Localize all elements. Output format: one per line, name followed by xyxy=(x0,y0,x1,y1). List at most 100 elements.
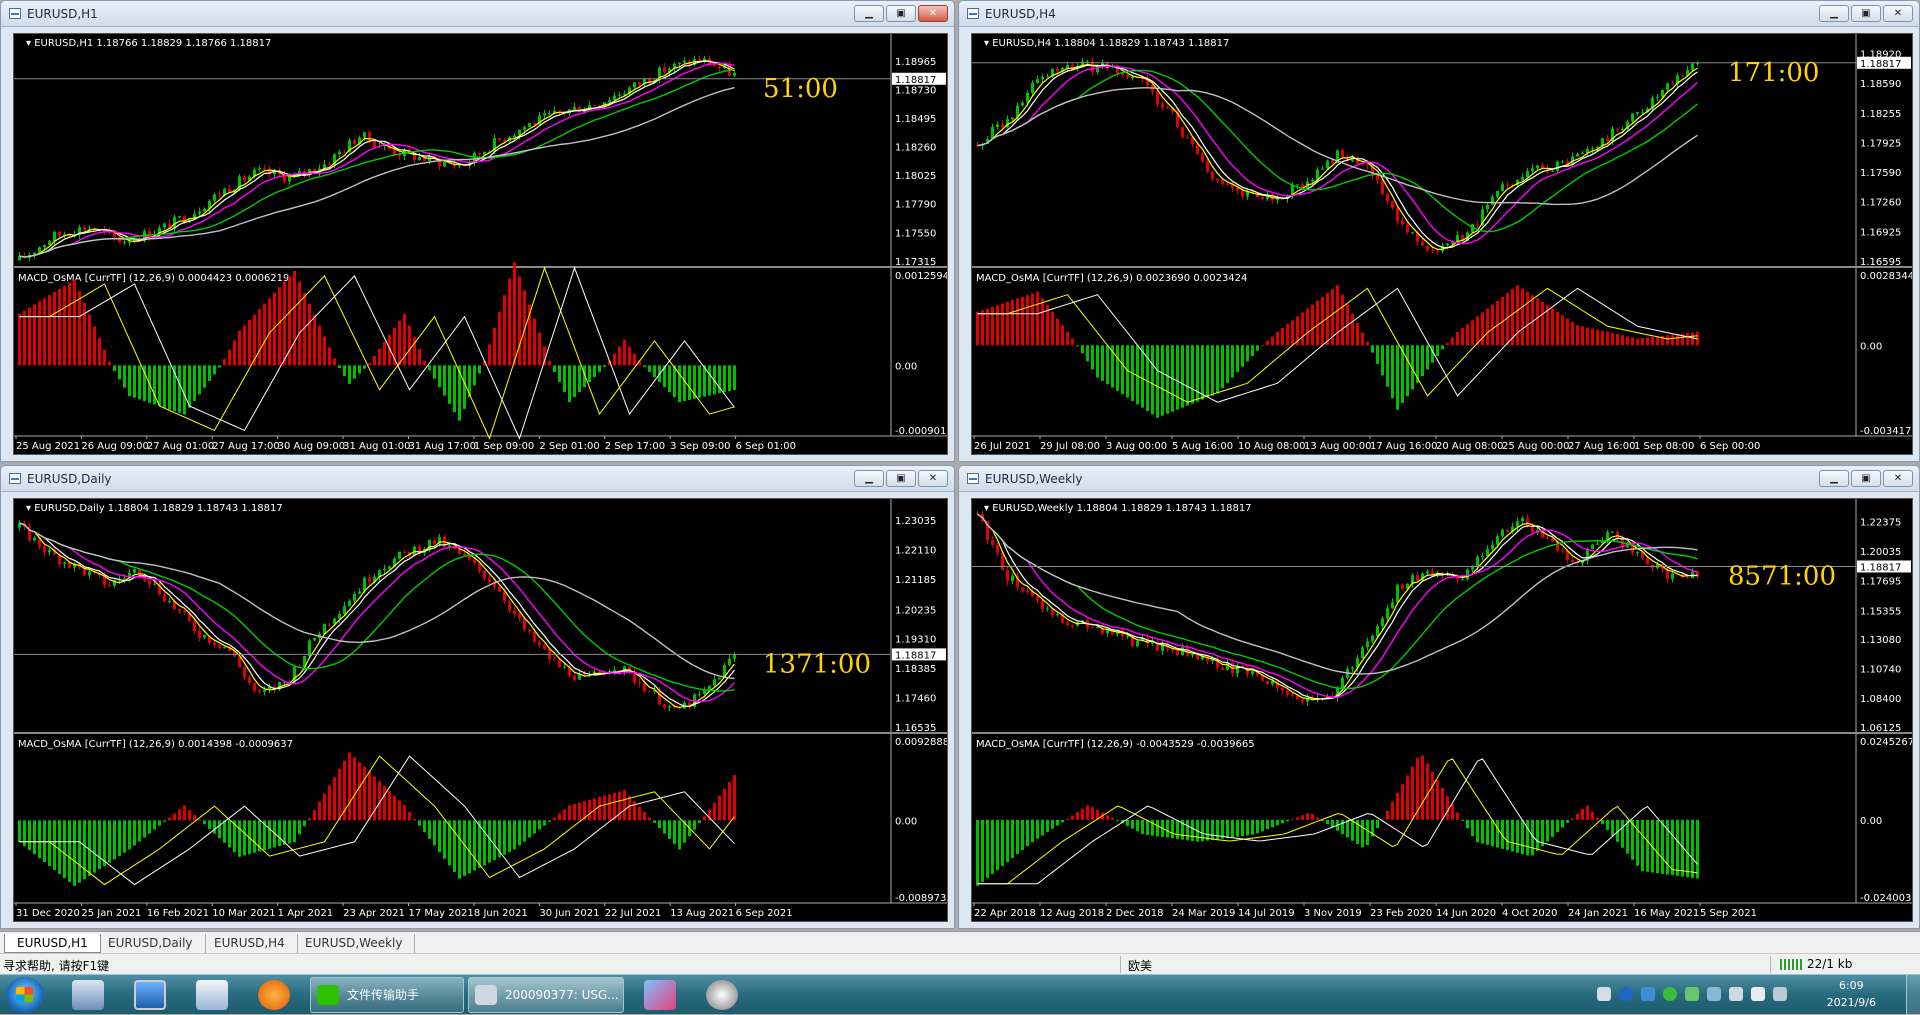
maximize-button[interactable]: ▣ xyxy=(886,5,916,22)
taskbar-wechat-button[interactable]: 文件传输助手 xyxy=(310,977,464,1013)
desktop-monitor-icon[interactable] xyxy=(134,980,166,1010)
phone-tray-icon[interactable] xyxy=(1685,987,1699,1001)
close-button[interactable]: ✕ xyxy=(1883,470,1913,487)
macd-histogram-bar xyxy=(1286,819,1289,822)
macd-histogram-bar xyxy=(1461,819,1464,821)
shield-tray-icon[interactable] xyxy=(1641,987,1655,1001)
maximize-button[interactable]: ▣ xyxy=(1851,5,1881,22)
macd-histogram-bar xyxy=(703,365,706,397)
macd-histogram-bar xyxy=(668,820,671,839)
titlebar[interactable]: EURUSD,H1 ▁ ▣ ✕ xyxy=(1,1,954,27)
close-button[interactable]: ✕ xyxy=(918,5,948,22)
minimize-button[interactable]: ▁ xyxy=(1819,470,1849,487)
macd-histogram-bar xyxy=(1201,345,1204,400)
macd-histogram-bar xyxy=(1281,819,1284,824)
tab-eurusd-h1[interactable]: EURUSD,H1 xyxy=(4,934,101,953)
macd-histogram-bar xyxy=(1676,819,1679,876)
macd-histogram-bar xyxy=(1361,819,1364,848)
titlebar[interactable]: EURUSD,H4 ▁ ▣ ✕ xyxy=(959,1,1919,27)
macd-histogram-bar xyxy=(573,365,576,398)
input-method-tray-icon[interactable] xyxy=(1751,987,1765,1001)
macd-histogram-bar xyxy=(1256,345,1259,351)
price-axis-label: 1.22375 xyxy=(1860,517,1901,528)
chart-window-eurusd-weekly[interactable]: EURUSD,Weekly ▁ ▣ ✕ 1.22375 1.20035 1.1769… xyxy=(958,465,1920,929)
titlebar[interactable]: EURUSD,Daily ▁ ▣ ✕ xyxy=(1,466,954,492)
macd-histogram-bar xyxy=(588,365,591,383)
macd-histogram-bar xyxy=(1091,807,1094,820)
chart-svg[interactable]: 1.22375 1.20035 1.17695 1.15355 1.13080 1.107… xyxy=(972,499,1912,921)
chart-svg[interactable]: 1.18965 1.18730 1.18495 1.18260 1.18025 1.177… xyxy=(14,34,947,454)
taskbar-terminal-button[interactable]: 200090377: USG... xyxy=(468,977,624,1013)
chart-area[interactable]: 1.18965 1.18730 1.18495 1.18260 1.18025 1.177… xyxy=(13,33,948,455)
minimize-button[interactable]: ▁ xyxy=(1819,5,1849,22)
candle-bull xyxy=(1611,531,1614,533)
maximize-button[interactable]: ▣ xyxy=(886,470,916,487)
tab-eurusd-daily[interactable]: EURUSD,Daily xyxy=(96,934,206,953)
macd-histogram-bar xyxy=(1421,345,1424,377)
minimize-button[interactable]: ▁ xyxy=(854,5,884,22)
candle-bear xyxy=(1181,126,1184,138)
oscillator-axis-label: 0.00 xyxy=(895,361,917,372)
chart-svg[interactable]: 1.23035 1.22110 1.21185 1.20235 1.19310 1.183… xyxy=(14,499,947,921)
macd-histogram-bar xyxy=(658,820,661,829)
macd-histogram-bar xyxy=(598,797,601,821)
macd-histogram-bar xyxy=(1606,331,1609,346)
candle-bear xyxy=(573,675,576,680)
maximize-button[interactable]: ▣ xyxy=(1851,470,1881,487)
minimize-button[interactable]: ▁ xyxy=(854,470,884,487)
macd-histogram-bar xyxy=(1631,337,1634,346)
candle-bear xyxy=(533,122,536,125)
macd-histogram-bar xyxy=(1396,793,1399,820)
chart-window-eurusd-h1[interactable]: EURUSD,H1 ▁ ▣ ✕ 1.18965 1.18730 1.18495 1.1… xyxy=(0,0,955,462)
tab-eurusd-h4[interactable]: EURUSD,H4 xyxy=(202,934,298,953)
macd-histogram-bar xyxy=(678,365,681,403)
chart-area[interactable]: 1.18920 1.18590 1.18255 1.17925 1.17590 1.172… xyxy=(971,33,1913,455)
volume-tray-icon[interactable] xyxy=(1729,987,1743,1001)
macd-histogram-bar xyxy=(1246,345,1249,362)
candle-bull xyxy=(203,208,206,212)
macd-histogram-bar xyxy=(193,814,196,821)
oscillator-axis-label: -0.000901 xyxy=(895,426,946,437)
chart-window-eurusd-h4[interactable]: EURUSD,H4 ▁ ▣ ✕ 1.18920 1.18590 1.18255 1.1… xyxy=(958,0,1920,462)
chart-window-eurusd-daily[interactable]: EURUSD,Daily ▁ ▣ ✕ 1.23035 1.22110 1.21185… xyxy=(0,465,955,929)
macd-histogram-bar xyxy=(628,346,631,366)
candle-bull xyxy=(1296,184,1299,186)
network-app-icon[interactable] xyxy=(196,980,228,1010)
wechat-tray-icon[interactable] xyxy=(1663,987,1677,1001)
candle-bull xyxy=(1021,102,1024,106)
chat-app-icon[interactable] xyxy=(706,980,738,1010)
candle-bear xyxy=(393,149,396,155)
candle-bull xyxy=(1086,61,1089,63)
candle-bear xyxy=(118,236,121,243)
symbol-info: ▾ EURUSD,Daily 1.18804 1.18829 1.18743 1… xyxy=(26,503,283,514)
candle-bull xyxy=(1046,76,1049,78)
macd-histogram-bar xyxy=(303,820,306,827)
macd-histogram-bar xyxy=(18,820,21,843)
titlebar[interactable]: EURUSD,Weekly ▁ ▣ ✕ xyxy=(959,466,1919,492)
macd-histogram-bar xyxy=(503,820,506,855)
system-clock[interactable]: 6:09 2021/9/6 xyxy=(1827,977,1876,1011)
keyboard-tray-icon[interactable] xyxy=(1597,987,1611,1001)
file-explorer-icon[interactable] xyxy=(72,980,104,1010)
macd-histogram-bar xyxy=(1186,345,1189,406)
close-button[interactable]: ✕ xyxy=(1883,5,1913,22)
macd-histogram-bar xyxy=(568,365,571,403)
tab-eurusd-weekly[interactable]: EURUSD,Weekly xyxy=(293,934,416,953)
chart-svg[interactable]: 1.189201.185901.182551.179251.175901.172… xyxy=(972,34,1912,454)
close-button[interactable]: ✕ xyxy=(918,470,948,487)
candle-bull xyxy=(263,689,266,692)
network-tray-icon[interactable] xyxy=(1773,987,1787,1001)
chart-app-icon[interactable] xyxy=(644,980,676,1010)
chart-area[interactable]: 1.22375 1.20035 1.17695 1.15355 1.13080 1.107… xyxy=(971,498,1913,922)
macd-histogram-bar xyxy=(1116,819,1119,821)
help-tray-icon[interactable] xyxy=(1619,987,1633,1001)
macd-histogram-bar xyxy=(1641,819,1644,872)
candle-bull xyxy=(1641,111,1644,113)
show-desktop-button[interactable] xyxy=(1906,975,1920,1015)
macd-histogram-bar xyxy=(453,820,456,872)
macd-histogram-bar xyxy=(98,820,101,870)
wifi-tray-icon[interactable] xyxy=(1707,987,1721,1001)
media-player-icon[interactable] xyxy=(258,980,290,1010)
chart-area[interactable]: 1.23035 1.22110 1.21185 1.20235 1.19310 1.183… xyxy=(13,498,948,922)
start-button[interactable] xyxy=(6,977,44,1013)
